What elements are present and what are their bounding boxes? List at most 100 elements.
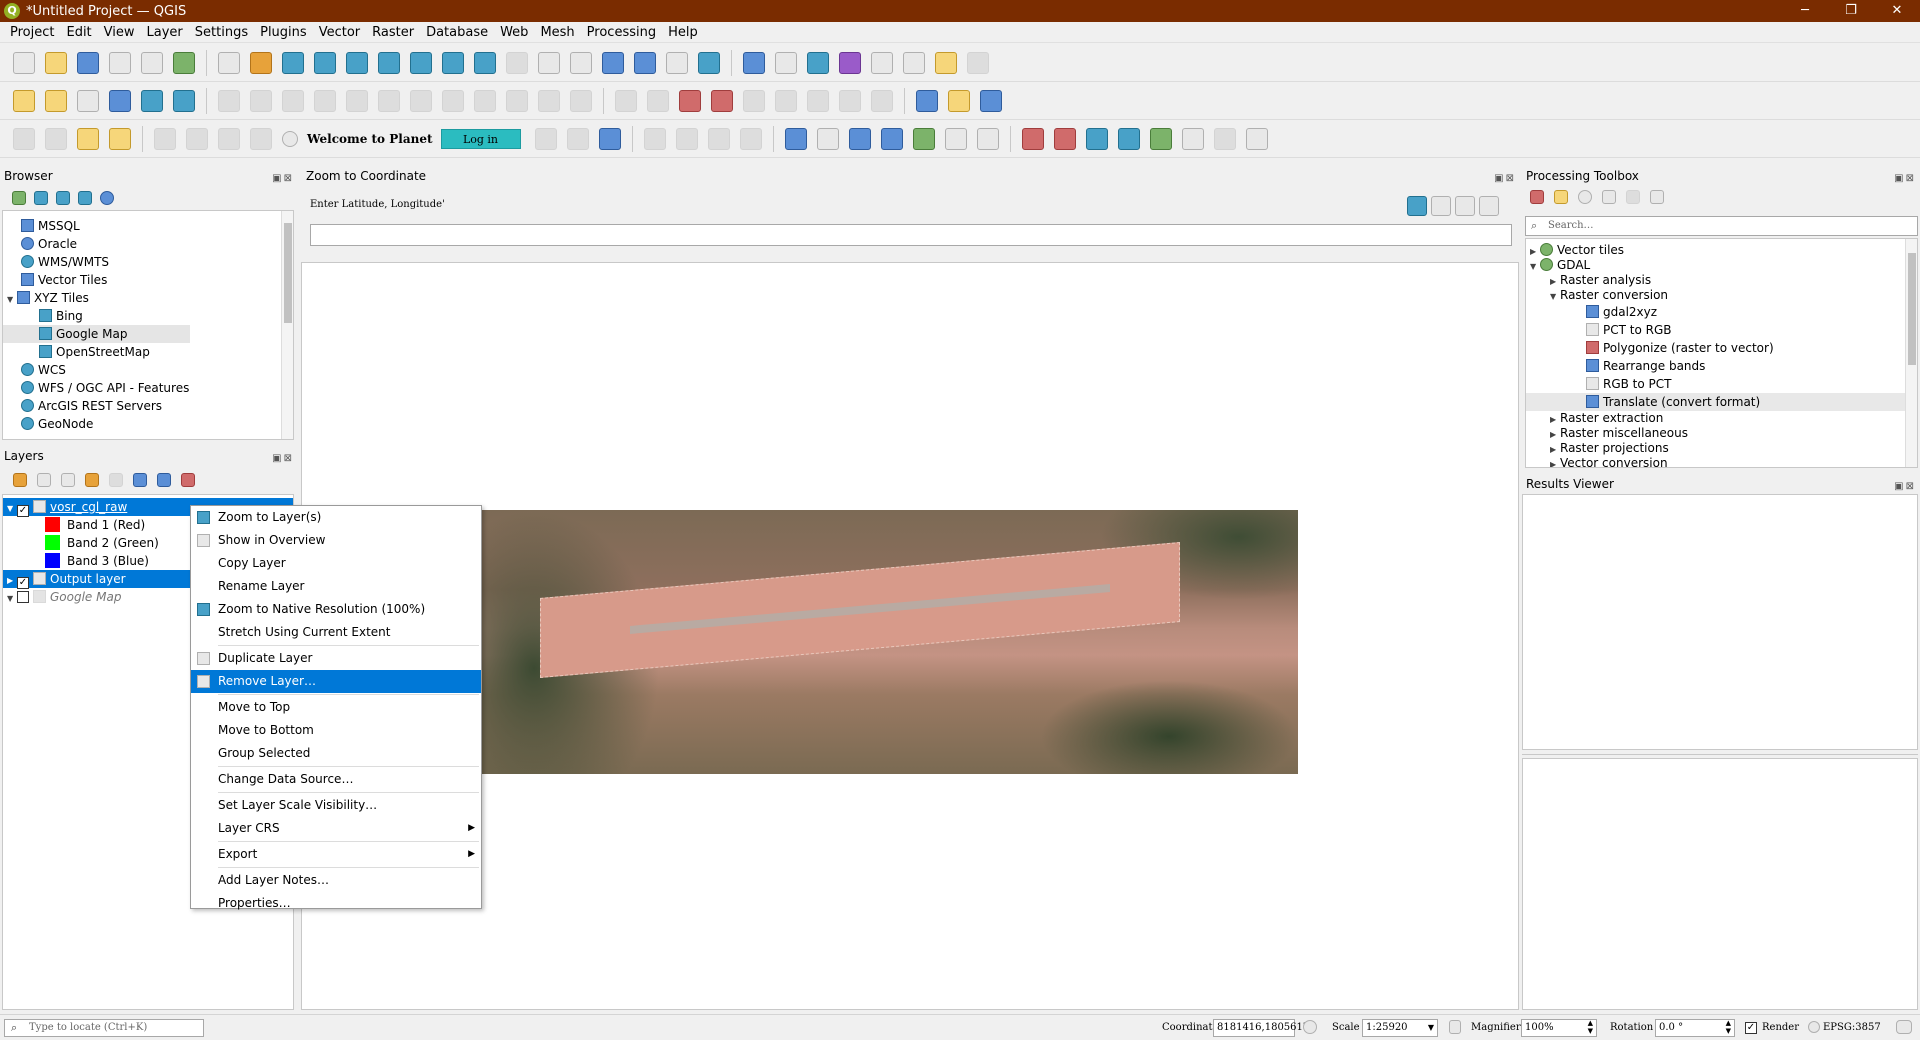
menu-project[interactable]: Project (4, 25, 60, 40)
clear-marker-icon[interactable] (1479, 196, 1499, 216)
collapse-arrow-icon[interactable]: ▼ (1530, 259, 1540, 274)
map-zoom-icon[interactable] (1117, 127, 1140, 150)
menu-move-to-bottom[interactable]: Move to Bottom (191, 719, 481, 742)
browser-item-vector-tiles[interactable]: Vector Tiles (3, 271, 293, 289)
select-features-icon[interactable] (13, 127, 35, 150)
planet-settings-icon[interactable] (566, 127, 589, 150)
layer-visibility-checkbox[interactable] (17, 591, 29, 603)
menu-vector[interactable]: Vector (313, 25, 366, 40)
annotation-icon[interactable] (967, 51, 989, 74)
toolbox-icon[interactable] (807, 51, 829, 74)
toolbox-search-input[interactable]: ⌕ Search… (1525, 216, 1918, 236)
menu-export[interactable]: Export ▶ (191, 843, 481, 866)
planet-explorer-icon[interactable] (154, 127, 176, 150)
wrench-icon[interactable] (1245, 127, 1268, 150)
refresh-icon[interactable] (698, 51, 720, 74)
toolbox-dock-buttons[interactable]: ▣⊠ (1894, 170, 1916, 188)
crs-label[interactable]: EPSG:3857 (1823, 1019, 1881, 1037)
new-geopackage-layer-icon[interactable] (45, 89, 67, 112)
open-project-icon[interactable] (45, 51, 67, 74)
models-icon[interactable] (1530, 190, 1544, 204)
digitize-icon[interactable] (643, 127, 666, 150)
layer-labeling-icon[interactable] (647, 89, 669, 112)
expand-arrow-icon[interactable]: ▶ (1530, 244, 1540, 259)
expand-arrow-icon[interactable]: ▶ (1550, 442, 1560, 457)
expand-arrow-icon[interactable]: ▶ (1550, 274, 1560, 289)
zoom-last-icon[interactable] (474, 51, 496, 74)
menu-scale-visibility[interactable]: Set Layer Scale Visibility… (191, 794, 481, 817)
history-icon[interactable] (1578, 190, 1592, 204)
data-source-manager-icon[interactable] (13, 89, 35, 112)
zoom-dock-buttons[interactable]: ▣⊠ (1494, 170, 1516, 188)
browser-item-xyz-tiles[interactable]: ▼ XYZ Tiles (3, 289, 293, 307)
menu-remove-layer[interactable]: Remove Layer… (191, 670, 481, 693)
zoom-to-coordinate-icon[interactable] (1085, 127, 1108, 150)
zoom-next-icon[interactable] (506, 51, 528, 74)
planet-info-icon[interactable] (598, 127, 621, 150)
change-label-icon[interactable] (871, 89, 893, 112)
polygon-tool-icon[interactable] (848, 127, 871, 150)
options-icon[interactable] (1650, 190, 1664, 204)
label-icon[interactable] (615, 89, 637, 112)
browser-item-arcgis[interactable]: ArcGIS REST Servers (3, 397, 293, 415)
menu-show-in-overview[interactable]: Show in Overview (191, 529, 481, 552)
undo-icon[interactable] (538, 89, 560, 112)
toolbox-item-rearrange-bands[interactable]: Rearrange bands (1526, 357, 1917, 375)
browser-item-oracle[interactable]: Oracle (3, 235, 293, 253)
filter-legend-icon[interactable] (85, 473, 99, 487)
zoom-full-icon[interactable] (346, 51, 368, 74)
menu-copy-layer[interactable]: Copy Layer (191, 552, 481, 575)
copy-map-icon[interactable] (1021, 127, 1044, 150)
remove-layer-toolbar-icon[interactable] (181, 473, 195, 487)
expand-all-icon[interactable] (133, 473, 147, 487)
new-map-view-icon[interactable] (538, 51, 560, 74)
render-checkbox[interactable]: ✓ (1745, 1022, 1757, 1034)
new-spatialite-layer-icon[interactable] (109, 89, 131, 112)
browser-item-bing[interactable]: Bing (3, 307, 293, 325)
add-selected-layers-icon[interactable] (12, 191, 26, 205)
python-console-icon[interactable] (948, 89, 970, 112)
toolbox-item-raster-analysis[interactable]: ▶ Raster analysis (1526, 273, 1917, 288)
field-calculator-icon[interactable] (871, 51, 893, 74)
planet-tasking-icon[interactable] (250, 127, 272, 150)
browser-item-wms[interactable]: WMS/WMTS (3, 253, 293, 271)
crs-globe-icon[interactable] (1808, 1021, 1820, 1033)
results-icon[interactable] (1602, 190, 1616, 204)
new-3d-map-view-icon[interactable] (570, 51, 592, 74)
toolbox-item-rgb-to-pct[interactable]: RGB to PCT (1526, 375, 1917, 393)
menu-help[interactable]: Help (662, 25, 704, 40)
text-annotation-icon[interactable] (784, 127, 807, 150)
toolbox-item-gdal2xyz[interactable]: gdal2xyz (1526, 303, 1917, 321)
toolbox-item-raster-conversion[interactable]: ▼ Raster conversion (1526, 288, 1917, 303)
menu-plugins[interactable]: Plugins (254, 25, 313, 40)
collapse-all-icon[interactable] (78, 191, 92, 205)
expand-arrow-icon[interactable]: ▶ (1550, 427, 1560, 442)
extent-icon[interactable] (1149, 127, 1172, 150)
new-virtual-layer-icon[interactable] (141, 89, 163, 112)
menu-processing[interactable]: Processing (581, 25, 662, 40)
show-bookmarks-icon[interactable] (666, 51, 688, 74)
menu-zoom-to-layer[interactable]: Zoom to Layer(s) (191, 506, 481, 529)
browser-item-openstreetmap[interactable]: OpenStreetMap (3, 343, 293, 361)
magnifier-spinbox[interactable]: 100% ▲ ▼ (1521, 1019, 1597, 1037)
scale-combobox[interactable]: 1:25920 ▼ (1362, 1019, 1438, 1037)
menu-move-to-top[interactable]: Move to Top (191, 696, 481, 719)
toolbox-item-raster-misc[interactable]: ▶ Raster miscellaneous (1526, 426, 1917, 441)
lock-scale-icon[interactable] (1449, 1020, 1461, 1034)
new-print-layout-icon[interactable] (109, 51, 131, 74)
node-tool-icon[interactable] (880, 127, 903, 150)
highlight-pinned-labels-icon[interactable] (711, 89, 733, 112)
browser-scrollbar[interactable] (281, 211, 293, 439)
select-by-value-icon[interactable] (45, 127, 67, 150)
zoom-in-icon[interactable] (282, 51, 304, 74)
menu-web[interactable]: Web (494, 25, 534, 40)
coordinate-input[interactable] (310, 224, 1512, 246)
toolbox-item-vector-conversion[interactable]: ▶ Vector conversion (1526, 456, 1917, 467)
close-icon[interactable]: ✕ (1874, 0, 1920, 22)
menu-add-layer-notes[interactable]: Add Layer Notes… (191, 869, 481, 892)
zoom-to-icon[interactable] (1407, 196, 1427, 216)
menu-properties[interactable]: Properties… (191, 892, 481, 915)
menu-rename-layer[interactable]: Rename Layer (191, 575, 481, 598)
zoom-out-icon[interactable] (314, 51, 336, 74)
save-layer-edits-icon[interactable] (282, 89, 304, 112)
